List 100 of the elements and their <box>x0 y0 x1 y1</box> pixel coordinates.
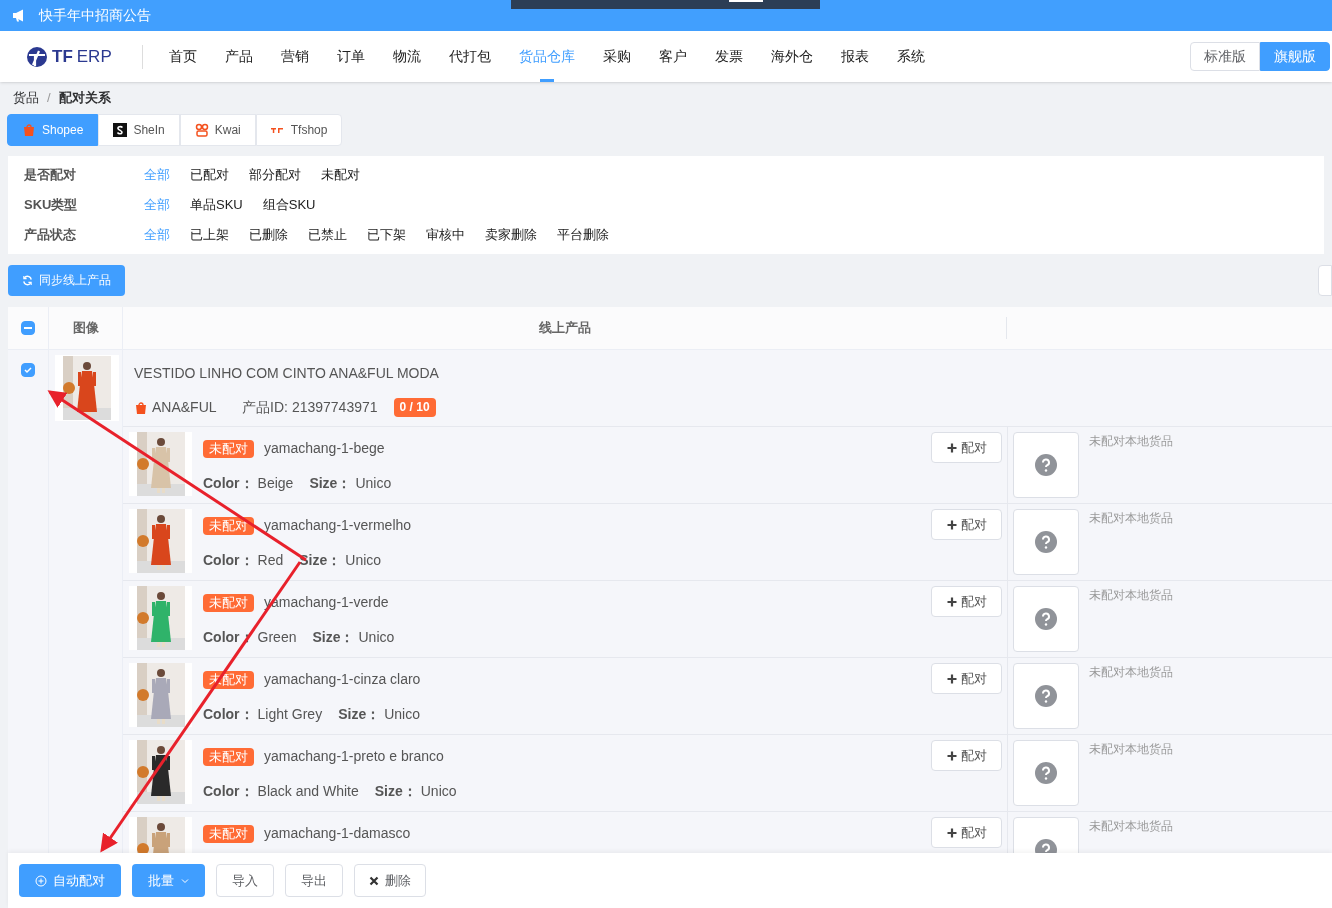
column-header: 线上产品 <box>537 319 592 338</box>
pair-button[interactable]: 配对 <box>931 509 1002 540</box>
plus-icon <box>946 827 957 838</box>
filter-option[interactable]: 已删除 <box>249 225 288 245</box>
minus-icon <box>24 327 32 329</box>
attribute-value: Light Grey <box>257 705 323 724</box>
nav-tab[interactable]: 首页 <box>157 31 209 82</box>
export-button[interactable]: 导出 <box>285 864 343 897</box>
filter-option[interactable]: 已下架 <box>367 225 406 245</box>
attribute-value: Unico <box>345 551 382 570</box>
nav-tab[interactable]: 客户 <box>647 31 699 82</box>
checkbox[interactable] <box>21 321 35 335</box>
product-id-label: 产品ID: <box>242 398 288 417</box>
filter-label: 产品状态 <box>23 226 77 245</box>
column-header: 图像 <box>48 307 123 349</box>
nav-tab[interactable]: 物流 <box>381 31 433 82</box>
plus-icon <box>946 596 957 607</box>
local-goods-status: 未配对本地货品 <box>1089 741 1173 758</box>
platform-tab[interactable]: SheIn <box>98 114 180 146</box>
attribute-value: Black and White <box>257 782 359 801</box>
question-icon <box>1035 531 1057 553</box>
checkbox[interactable] <box>21 363 35 377</box>
status-badge: 未配对 <box>203 516 254 535</box>
attribute-label: Color： <box>203 474 254 493</box>
question-icon <box>1035 608 1057 630</box>
filter-option[interactable]: 已配对 <box>190 165 229 185</box>
question-icon <box>1035 454 1057 476</box>
attribute-label: Size： <box>374 782 417 801</box>
filter-option[interactable]: 平台删除 <box>557 225 609 245</box>
attribute-label: Color： <box>203 705 254 724</box>
pair-button[interactable]: 配对 <box>931 663 1002 694</box>
breadcrumb-separator: / <box>47 89 51 108</box>
import-button[interactable]: 导入 <box>216 864 274 897</box>
tf-logo-icon <box>270 126 285 134</box>
pair-button[interactable]: 配对 <box>931 740 1002 771</box>
nav-tab[interactable]: 产品 <box>213 31 265 82</box>
attribute-value: Red <box>257 551 284 570</box>
sku-name: yamachang-1-cinza claro <box>264 670 421 689</box>
nav-tab[interactable]: 采购 <box>591 31 643 82</box>
attribute-label: Size： <box>312 628 355 647</box>
product-title: VESTIDO LINHO COM CINTO ANA&FUL MODA <box>134 364 440 383</box>
square-logo-icon <box>113 123 128 137</box>
edition-toggle[interactable]: 标准版 <box>1190 42 1260 71</box>
filter-option[interactable]: 已上架 <box>190 225 229 245</box>
filter-label: 是否配对 <box>23 166 77 185</box>
nav-tab[interactable]: 发票 <box>703 31 755 82</box>
product-id: 21397743971 <box>291 398 378 417</box>
filter-option[interactable]: 审核中 <box>426 225 465 245</box>
attribute-value: Unico <box>358 628 395 647</box>
nav-tab[interactable]: 报表 <box>829 31 881 82</box>
nav-tab[interactable]: 订单 <box>325 31 377 82</box>
breadcrumb-link[interactable]: 货品 <box>13 88 39 108</box>
shopping-bag-icon <box>134 400 148 415</box>
sku-name: yamachang-1-bege <box>264 439 385 458</box>
filter-option[interactable]: 未配对 <box>321 165 360 185</box>
attribute-value: Unico <box>355 474 392 493</box>
pair-count-badge: 0 / 10 <box>393 398 436 417</box>
local-goods-status: 未配对本地货品 <box>1089 433 1173 450</box>
pair-button[interactable]: 配对 <box>931 432 1002 463</box>
kwai-logo-icon <box>194 123 209 137</box>
plus-icon <box>946 519 957 530</box>
filter-option[interactable]: 组合SKU <box>262 195 316 215</box>
attribute-label: Size： <box>309 474 352 493</box>
local-goods-status: 未配对本地货品 <box>1089 587 1173 604</box>
filter-option[interactable]: 部分配对 <box>249 165 301 185</box>
local-goods-status: 未配对本地货品 <box>1089 664 1173 681</box>
status-badge: 未配对 <box>203 747 254 766</box>
local-goods-status: 未配对本地货品 <box>1089 818 1173 835</box>
sku-name: yamachang-1-vermelho <box>264 516 412 535</box>
filter-option[interactable]: 卖家删除 <box>485 225 537 245</box>
filter-option[interactable]: 单品SKU <box>190 195 243 215</box>
filter-label: SKU类型 <box>23 196 79 215</box>
pair-button[interactable]: 配对 <box>931 586 1002 617</box>
breadcrumb-current: 配对关系 <box>58 89 111 108</box>
platform-tab[interactable]: Tfshop <box>255 114 343 146</box>
close-icon <box>369 875 379 886</box>
nav-tab[interactable]: 营销 <box>269 31 321 82</box>
filter-option[interactable]: 已禁止 <box>308 225 347 245</box>
plus-icon <box>946 673 957 684</box>
plus-icon <box>946 442 957 453</box>
logo[interactable]: TF ERP <box>26 43 126 70</box>
announcement-text: 快手年中招商公告 <box>39 6 151 25</box>
plus-icon <box>946 750 957 761</box>
nav-tab[interactable]: 系统 <box>885 31 937 82</box>
sku-name: yamachang-1-preto e branco <box>264 747 444 766</box>
status-badge: 未配对 <box>203 593 254 612</box>
nav-tab[interactable]: 代打包 <box>437 31 503 82</box>
pair-button[interactable]: 配对 <box>931 817 1002 848</box>
check-icon <box>23 365 33 375</box>
attribute-value: Unico <box>384 705 420 724</box>
delete-button[interactable]: 删除 <box>354 864 426 897</box>
platform-tab[interactable]: Kwai <box>179 114 256 146</box>
attribute-label: Color： <box>203 551 254 570</box>
refresh-icon <box>22 274 33 286</box>
shop-name: ANA&FUL <box>152 398 218 417</box>
attribute-label: Color： <box>203 782 254 801</box>
attribute-value: Beige <box>257 474 294 493</box>
local-goods-status: 未配对本地货品 <box>1089 510 1173 527</box>
status-badge: 未配对 <box>203 824 254 843</box>
nav-tab[interactable]: 海外仓 <box>759 31 825 82</box>
